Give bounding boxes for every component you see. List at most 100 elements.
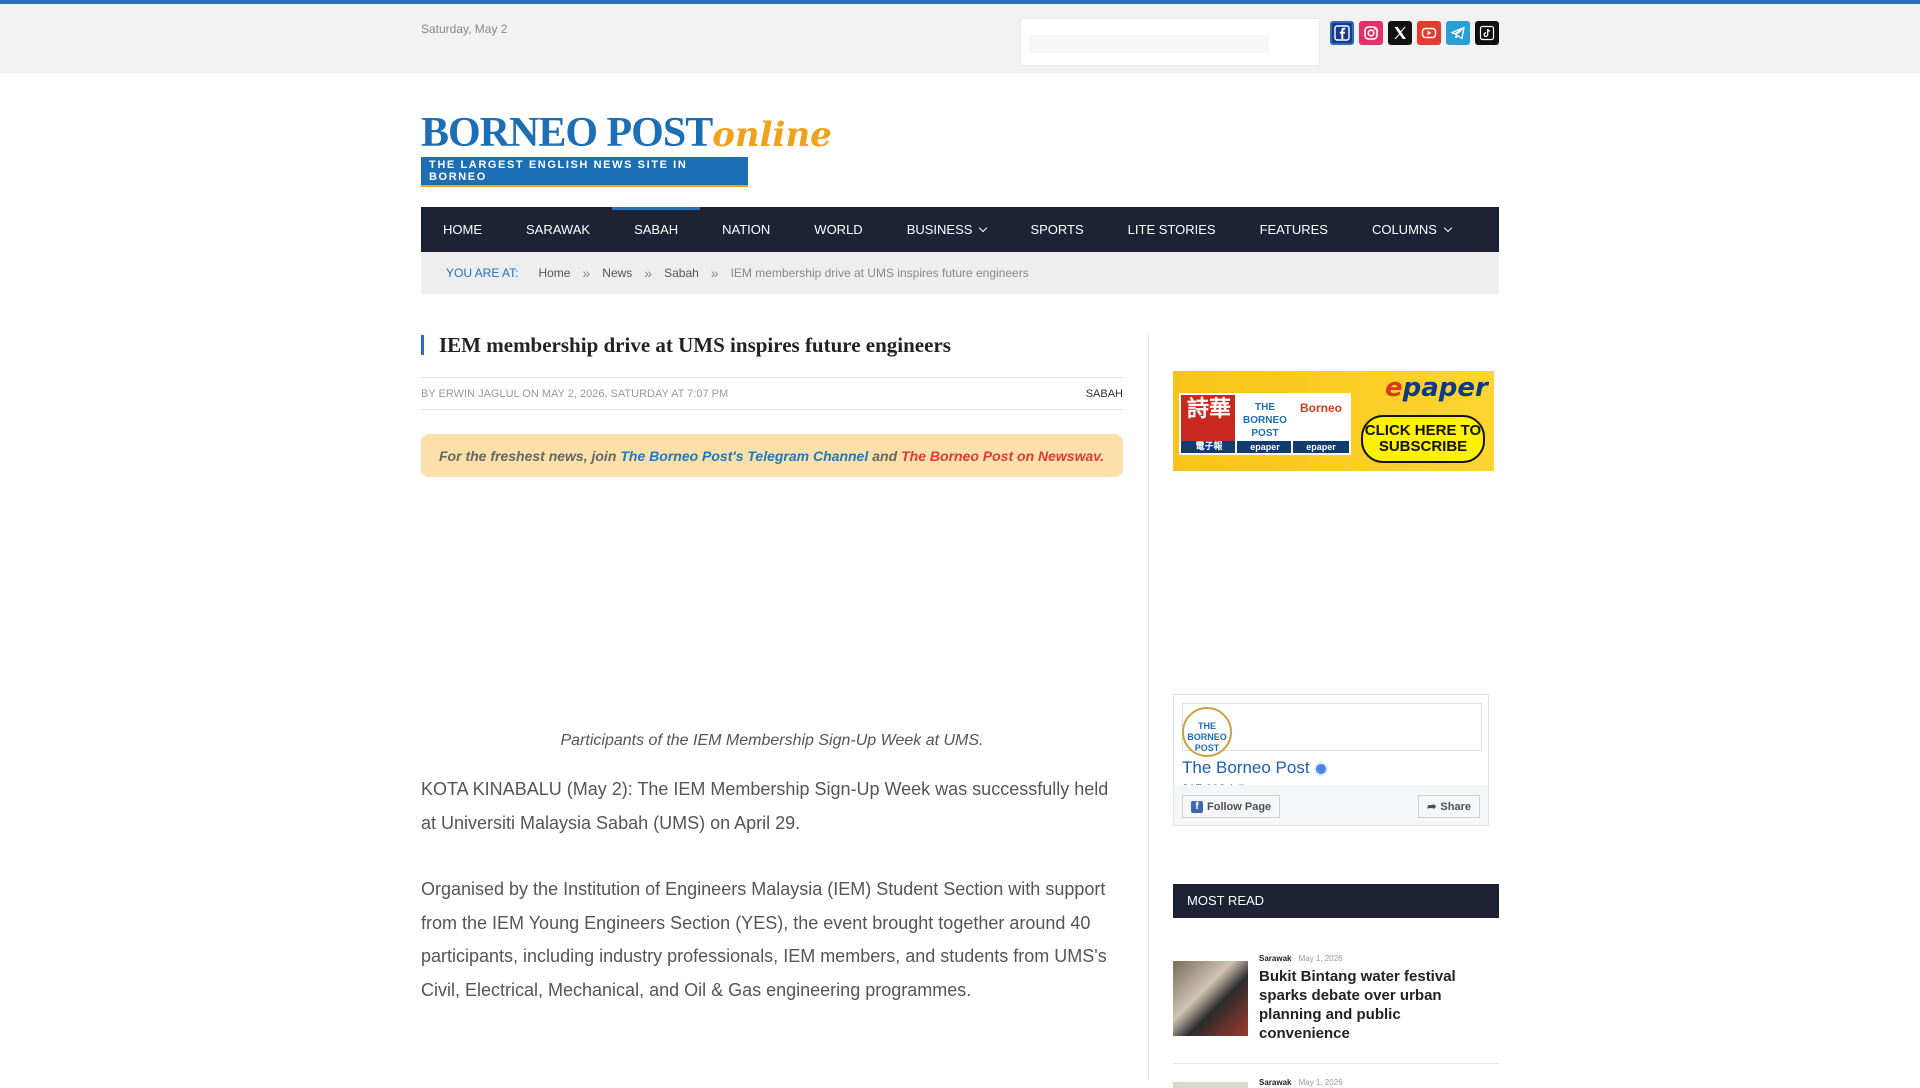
byline-by: BY bbox=[421, 387, 436, 400]
chevron-down-icon bbox=[979, 223, 988, 233]
image-caption: Participants of the IEM Membership Sign-… bbox=[560, 732, 984, 749]
sidebar: 詩華電子報 THE BORNEO POST epaper Borneo epaper… bbox=[1173, 371, 1499, 1088]
youtube-icon[interactable] bbox=[1417, 21, 1441, 45]
epaper-logo: epaper bbox=[1385, 373, 1488, 403]
card-title: THE BORNEO POST bbox=[1243, 402, 1287, 439]
nav-item-world[interactable]: WORLD bbox=[792, 207, 884, 252]
article-title: IEM membership drive at UMS inspires fut… bbox=[421, 335, 1123, 356]
article-thumbnail[interactable] bbox=[1173, 961, 1248, 1036]
top-bar: Saturday, May 2 bbox=[0, 4, 1920, 73]
nav-label: SPORTS bbox=[1030, 222, 1084, 237]
epaper-card-borneo-post: THE BORNEO POST epaper bbox=[1235, 393, 1295, 455]
logo-tagline: THE LARGEST ENGLISH NEWS SITE IN BORNEO bbox=[421, 157, 748, 187]
card-title: 詩華 bbox=[1186, 396, 1231, 422]
item-date: May 1, 2026 bbox=[1298, 1078, 1343, 1087]
column-divider bbox=[1148, 334, 1149, 1080]
main-nav: HOME SARAWAK SABAH NATION WORLD BUSINESS… bbox=[421, 207, 1499, 252]
nav-label: HOME bbox=[443, 222, 482, 237]
social-links bbox=[1330, 21, 1499, 45]
nav-item-sports[interactable]: SPORTS bbox=[1008, 207, 1105, 252]
nav-item-sarawak[interactable]: SARAWAK bbox=[504, 207, 612, 252]
nav-item-home[interactable]: HOME bbox=[421, 207, 504, 252]
logo-rest: paper bbox=[1402, 373, 1488, 403]
telegram-channel-link[interactable]: The Borneo Post's Telegram Channel bbox=[620, 448, 868, 464]
article-meta: BY ERWIN JAGLUL ON MAY 2, 2026, SATURDAY… bbox=[421, 377, 1123, 410]
nav-label: SABAH bbox=[634, 222, 679, 237]
nav-label: FEATURES bbox=[1259, 222, 1328, 237]
item-title[interactable]: Bukit Bintang water festival sparks deba… bbox=[1259, 967, 1479, 1043]
breadcrumb-section[interactable]: Sabah bbox=[664, 266, 699, 280]
epaper-banner[interactable]: 詩華電子報 THE BORNEO POST epaper Borneo epaper… bbox=[1173, 371, 1494, 471]
breadcrumb-home[interactable]: Home bbox=[538, 266, 570, 280]
facebook-page-name[interactable]: The Borneo Post bbox=[1182, 758, 1328, 778]
search-box[interactable] bbox=[1020, 18, 1320, 66]
page-name-text: The Borneo Post bbox=[1182, 758, 1310, 777]
item-category[interactable]: Sarawak bbox=[1259, 954, 1291, 963]
article: IEM membership drive at UMS inspires fut… bbox=[421, 335, 1123, 1007]
item-category[interactable]: Sarawak bbox=[1259, 1078, 1291, 1087]
category-link[interactable]: SABAH bbox=[1086, 388, 1123, 400]
instagram-icon[interactable] bbox=[1359, 21, 1383, 45]
avatar[interactable]: THE BORNEO POST bbox=[1182, 707, 1232, 757]
card-tag: 電子報 bbox=[1181, 441, 1237, 453]
item-date: May 1, 2026 bbox=[1298, 954, 1343, 963]
newswav-link[interactable]: The Borneo Post on Newswav. bbox=[901, 448, 1104, 464]
logo-name: BORNEO POST bbox=[421, 110, 713, 156]
follow-page-button[interactable]: f Follow Page bbox=[1182, 795, 1281, 818]
nav-label: SARAWAK bbox=[526, 222, 591, 237]
share-label: Share bbox=[1440, 800, 1471, 813]
tiktok-icon[interactable] bbox=[1475, 21, 1499, 45]
card-title: Borneo bbox=[1300, 401, 1342, 415]
epaper-card-utusan: Borneo epaper bbox=[1291, 393, 1351, 455]
nav-item-sabah[interactable]: SABAH bbox=[612, 207, 701, 252]
nav-item-business[interactable]: BUSINESS bbox=[885, 207, 1009, 252]
facebook-icon: f bbox=[1191, 800, 1203, 813]
nav-item-columns[interactable]: COLUMNS bbox=[1350, 207, 1473, 252]
notice-lead: For the freshest news, join bbox=[439, 447, 617, 464]
byline-on: ON bbox=[522, 387, 539, 400]
breadcrumb: YOU ARE AT: Home » News » Sabah » IEM me… bbox=[421, 252, 1499, 294]
nav-label: LITE STORIES bbox=[1127, 222, 1216, 237]
article-paragraph: KOTA KINABALU (May 2): The IEM Membershi… bbox=[421, 779, 1109, 833]
facebook-widget: THE BORNEO POST The Borneo Post 317,203 … bbox=[1173, 694, 1489, 826]
subscribe-notice: For the freshest news, join The Borneo P… bbox=[421, 434, 1123, 477]
subscribe-button[interactable]: CLICK HERE TO SUBSCRIBE bbox=[1361, 415, 1485, 463]
article-paragraph: Organised by the Institution of Engineer… bbox=[421, 879, 1107, 1000]
article-image bbox=[421, 477, 1123, 727]
telegram-icon[interactable] bbox=[1446, 21, 1470, 45]
x-icon[interactable] bbox=[1388, 21, 1412, 45]
breadcrumb-separator: » bbox=[710, 265, 719, 281]
breadcrumb-label: YOU ARE AT: bbox=[446, 266, 519, 280]
notice-and: and bbox=[872, 447, 898, 464]
site-logo[interactable]: BORNEO POSTonline THE LARGEST ENGLISH NE… bbox=[421, 110, 832, 187]
epaper-card-chinese: 詩華 電子報 bbox=[1179, 393, 1239, 455]
breadcrumb-news[interactable]: News bbox=[602, 266, 632, 280]
logo-e: e bbox=[1385, 373, 1403, 403]
most-read-heading: MOST READ bbox=[1173, 884, 1499, 918]
item-meta: Sarawak · May 1, 2026 bbox=[1259, 954, 1343, 963]
card-tag: epaper bbox=[1237, 441, 1293, 453]
nav-label: WORLD bbox=[814, 222, 863, 237]
follow-label: Follow Page bbox=[1207, 800, 1272, 813]
nav-item-lite-stories[interactable]: LITE STORIES bbox=[1106, 207, 1238, 252]
card-tag: epaper bbox=[1293, 441, 1349, 453]
site-header: BORNEO POSTonline THE LARGEST ENGLISH NE… bbox=[0, 73, 1920, 207]
article-thumbnail[interactable] bbox=[1173, 1082, 1248, 1088]
current-date: Saturday, May 2 bbox=[421, 22, 508, 36]
author-link[interactable]: ERWIN JAGLUL bbox=[439, 388, 520, 400]
nav-label: BUSINESS bbox=[906, 222, 973, 237]
verified-icon bbox=[1313, 761, 1328, 776]
nav-label: COLUMNS bbox=[1371, 222, 1437, 237]
breadcrumb-current: IEM membership drive at UMS inspires fut… bbox=[730, 266, 1029, 280]
facebook-icon[interactable] bbox=[1330, 21, 1354, 45]
breadcrumb-separator: » bbox=[644, 265, 653, 281]
logo-accent: online bbox=[712, 115, 832, 155]
list-item[interactable]: Sarawak · May 1, 2026 Bukit Bintang wate… bbox=[1173, 954, 1499, 1064]
share-button[interactable]: ➦ Share bbox=[1418, 795, 1480, 818]
breadcrumb-separator: » bbox=[582, 265, 591, 281]
share-icon: ➦ bbox=[1427, 801, 1437, 813]
nav-item-nation[interactable]: NATION bbox=[700, 207, 792, 252]
nav-label: NATION bbox=[722, 222, 771, 237]
nav-item-features[interactable]: FEATURES bbox=[1238, 207, 1350, 252]
search-input[interactable] bbox=[1029, 35, 1269, 53]
